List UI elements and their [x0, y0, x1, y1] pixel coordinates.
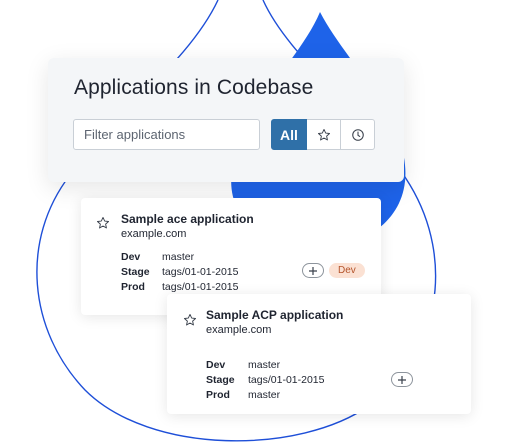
- applications-panel: Applications in Codebase All: [48, 58, 404, 182]
- env-value-stage: tags/01-01-2015: [248, 374, 325, 386]
- add-environment-button[interactable]: [302, 263, 324, 278]
- env-label-stage: Stage: [206, 374, 235, 386]
- application-name[interactable]: Sample ace application: [121, 212, 254, 226]
- application-host: example.com: [121, 228, 187, 240]
- filter-recent-button[interactable]: [341, 119, 375, 150]
- plus-icon: [398, 375, 406, 384]
- application-name[interactable]: Sample ACP application: [206, 308, 343, 322]
- star-outline-icon: [317, 128, 330, 140]
- env-value-prod: master: [248, 389, 281, 401]
- environment-badge: Dev: [329, 263, 365, 278]
- filter-starred-button[interactable]: [307, 119, 341, 150]
- application-card[interactable]: Sample ACP application example.com Dev m…: [167, 294, 471, 414]
- star-outline-icon[interactable]: [96, 216, 110, 230]
- env-label-prod: Prod: [206, 389, 230, 401]
- env-label-dev: Dev: [121, 251, 141, 263]
- env-label-stage: Stage: [121, 266, 150, 278]
- env-value-stage: tags/01-01-2015: [162, 266, 239, 278]
- application-host: example.com: [206, 324, 272, 336]
- env-label-prod: Prod: [121, 281, 145, 293]
- clock-icon: [351, 128, 364, 141]
- filter-applications-input[interactable]: [73, 119, 260, 150]
- env-value-prod: tags/01-01-2015: [162, 281, 239, 293]
- filter-all-button[interactable]: All: [271, 119, 307, 150]
- star-outline-icon[interactable]: [183, 313, 197, 327]
- env-value-dev: master: [248, 359, 281, 371]
- page-title: Applications in Codebase: [74, 76, 314, 99]
- env-value-dev: master: [162, 251, 195, 263]
- add-environment-button[interactable]: [391, 372, 413, 387]
- plus-icon: [309, 266, 317, 275]
- env-label-dev: Dev: [206, 359, 226, 371]
